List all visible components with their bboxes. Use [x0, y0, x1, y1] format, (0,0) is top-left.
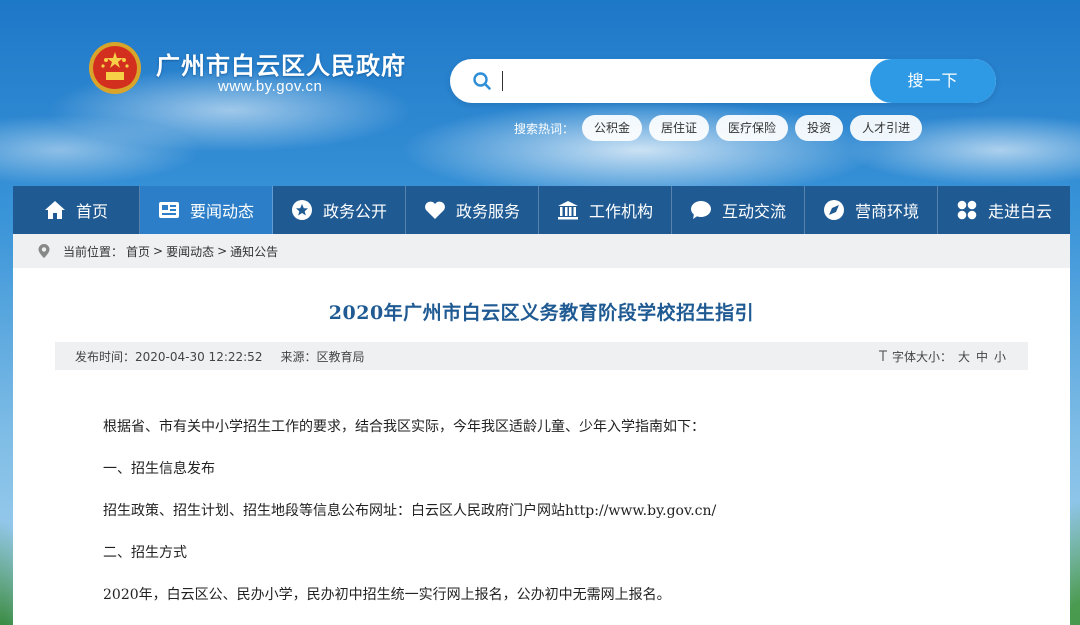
- nav-item-news[interactable]: 要闻动态: [140, 186, 273, 234]
- article-content: 2020年广州市白云区义务教育阶段学校招生指引 发布时间：2020-04-30 …: [13, 268, 1070, 625]
- article-title: 2020年广州市白云区义务教育阶段学校招生指引: [328, 302, 755, 324]
- font-size-large[interactable]: 大: [958, 348, 970, 365]
- breadcrumb-separator: >: [153, 244, 164, 258]
- nav-item-label: 营商环境: [854, 202, 919, 221]
- star-icon: [291, 200, 312, 220]
- article-paragraph: 根据省、市有关中小学招生工作的要求，结合我区实际，今年我区适龄儿童、少年入学指南…: [103, 419, 705, 435]
- nav-item-agencies[interactable]: 工作机构: [539, 186, 672, 234]
- chat-icon: [690, 201, 711, 219]
- nav-item-interaction[interactable]: 互动交流: [672, 186, 805, 234]
- article-paragraph: 二、招生方式: [103, 545, 187, 561]
- nav-item-label: 要闻动态: [189, 202, 254, 221]
- nav-item-label: 走进白云: [987, 202, 1052, 221]
- hot-word-tag[interactable]: 投资: [795, 115, 844, 141]
- site-url: www.by.gov.cn: [218, 78, 323, 95]
- nav-item-gov-affairs[interactable]: 政务公开: [273, 186, 406, 234]
- hot-word-tag[interactable]: 公积金: [582, 115, 643, 141]
- nav-item-label: 工作机构: [588, 202, 653, 221]
- nav-item-label: 政务公开: [322, 202, 387, 221]
- nav-item-label: 首页: [75, 202, 108, 221]
- breadcrumb: 当前位置： 首页 > 要闻动态 > 通知公告: [13, 234, 1070, 268]
- font-size-control: 字体大小： 大 中 小: [878, 342, 1006, 370]
- hot-word-tag[interactable]: 居住证: [649, 115, 710, 141]
- breadcrumb-home[interactable]: 首页: [126, 243, 150, 260]
- nav-item-about-baiyun[interactable]: 走进白云: [938, 186, 1070, 234]
- heart-icon: [425, 201, 445, 219]
- nav-item-gov-service[interactable]: 政务服务: [406, 186, 539, 234]
- breadcrumb-news[interactable]: 要闻动态: [166, 243, 214, 260]
- text-caret: [502, 71, 503, 91]
- breadcrumb-separator: >: [217, 244, 228, 258]
- national-emblem-icon: [89, 42, 141, 94]
- nav-item-label: 互动交流: [721, 202, 786, 221]
- site-title: 广州市白云区人民政府: [156, 52, 406, 80]
- publish-time: 发布时间：2020-04-30 12:22:52: [75, 349, 263, 364]
- font-size-medium[interactable]: 中: [976, 348, 988, 365]
- location-pin-icon: [38, 244, 50, 258]
- building-icon: [557, 201, 578, 220]
- search-button[interactable]: 搜一下: [870, 59, 996, 103]
- compass-icon: [823, 200, 844, 220]
- text-size-icon: [878, 350, 887, 361]
- breadcrumb-notices[interactable]: 通知公告: [230, 243, 278, 260]
- main-nav: 首页 要闻动态 政务公开 政务服务 工作机构 互动交流 营商环境 走进白云: [13, 186, 1070, 234]
- article-paragraph: 一、招生信息发布: [103, 461, 215, 477]
- article-source: 来源：区教育局: [280, 349, 365, 364]
- nav-item-business[interactable]: 营商环境: [805, 186, 938, 234]
- font-size-small[interactable]: 小: [994, 348, 1006, 365]
- article-paragraph: 2020年，白云区公、民办小学，民办初中招生统一实行网上报名，公办初中无需网上报…: [103, 587, 671, 603]
- nav-item-label: 政务服务: [455, 202, 520, 221]
- site-logo[interactable]: 广州市白云区人民政府 www.by.gov.cn: [86, 40, 416, 106]
- home-icon: [44, 201, 65, 219]
- hot-words-label: 搜索热词：: [514, 121, 575, 136]
- hot-words: 搜索热词： 公积金 居住证 医疗保险 投资 人才引进: [514, 115, 929, 141]
- nav-item-home[interactable]: 首页: [13, 186, 140, 234]
- news-icon: [158, 202, 179, 218]
- search-icon[interactable]: [472, 71, 492, 91]
- search-input[interactable]: [506, 65, 806, 97]
- article-paragraph: 招生政策、招生计划、招生地段等信息公布网址：白云区人民政府门户网站http://…: [103, 503, 717, 519]
- hot-word-tag[interactable]: 医疗保险: [716, 115, 789, 141]
- breadcrumb-label: 当前位置：: [63, 244, 124, 259]
- search-box: 搜一下: [450, 59, 996, 103]
- article-meta: 发布时间：2020-04-30 12:22:52 来源：区教育局 字体大小： 大…: [55, 342, 1028, 370]
- font-size-label: 字体大小：: [891, 349, 952, 364]
- hot-word-tag[interactable]: 人才引进: [850, 115, 923, 141]
- grid-icon: [957, 200, 977, 220]
